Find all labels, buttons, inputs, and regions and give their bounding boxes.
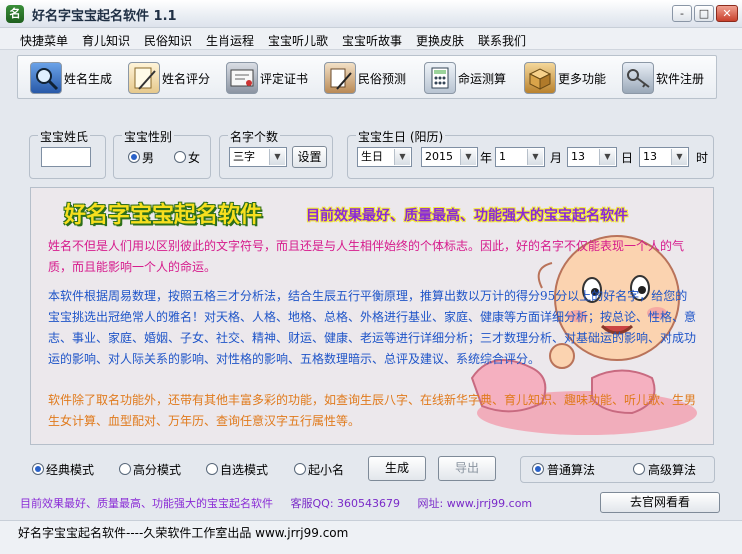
generate-button[interactable]: 生成 [368, 456, 426, 481]
algorithm-normal-radio[interactable] [532, 463, 544, 475]
minimize-button[interactable]: - [672, 5, 692, 22]
calculator-icon [424, 62, 456, 94]
gender-label: 宝宝性别 [122, 128, 175, 145]
day-select[interactable]: 13 ▼ [567, 147, 617, 167]
day-value: 13 [571, 150, 585, 163]
calendar-type-value: 生日 [361, 150, 383, 163]
close-button[interactable]: ✕ [716, 5, 738, 22]
magnifier-icon [30, 62, 62, 94]
intro-paragraph-1: 姓名不但是人们用以区别彼此的文字符号，而且还是与人生相伴始终的个体标志。因此，好… [48, 239, 685, 274]
mode-nickname-radio[interactable] [294, 463, 306, 475]
gender-male-radio[interactable] [128, 151, 140, 163]
app-logo: 名 [6, 5, 24, 23]
menu-songs[interactable]: 宝宝听儿歌 [268, 32, 328, 49]
menu-stories[interactable]: 宝宝听故事 [342, 32, 402, 49]
chevron-down-icon: ▼ [599, 149, 615, 165]
surname-input[interactable] [41, 147, 91, 167]
footer-qq: 客服QQ: 360543679 [290, 497, 401, 510]
menu-zodiac[interactable]: 生肖运程 [206, 32, 254, 49]
day-unit: 日 [621, 151, 634, 165]
hour-value: 13 [643, 150, 657, 163]
footer-website[interactable]: 网址: www.jrrj99.com [418, 497, 533, 510]
key-icon [622, 62, 654, 94]
month-unit: 月 [550, 151, 563, 165]
certificate-icon [226, 62, 258, 94]
chevron-down-icon: ▼ [527, 149, 543, 165]
tool-label: 软件注册 [656, 72, 705, 86]
mode-highscore-radio[interactable] [119, 463, 131, 475]
year-select[interactable]: 2015 ▼ [421, 147, 478, 167]
menu-folklore[interactable]: 民俗知识 [144, 32, 192, 49]
mode-classic-radio[interactable] [32, 463, 44, 475]
mode-highscore-label: 高分模式 [133, 463, 182, 477]
status-text: 好名字宝宝起名软件----久荣软件工作室出品 www.jrrj99.com [18, 526, 349, 540]
surname-label: 宝宝姓氏 [38, 128, 91, 145]
tool-label: 姓名评分 [162, 72, 211, 86]
gender-male-label: 男 [142, 151, 155, 165]
gender-female-radio[interactable] [174, 151, 186, 163]
tool-label: 评定证书 [260, 72, 309, 86]
maximize-button[interactable]: □ [694, 5, 714, 22]
chevron-down-icon: ▼ [671, 149, 687, 165]
intro-paragraph-2: 本软件根据周易数理，按照五格三才分析法，结合生辰五行平衡原理，推算出数以万计的得… [48, 289, 697, 366]
name-length-value: 三字 [233, 150, 255, 163]
menu-contact[interactable]: 联系我们 [478, 32, 526, 49]
hour-select[interactable]: 13 ▼ [639, 147, 689, 167]
menu-skin[interactable]: 更换皮肤 [416, 32, 464, 49]
chevron-down-icon: ▼ [394, 149, 410, 165]
mode-classic-label: 经典模式 [46, 463, 95, 477]
algorithm-advanced-label: 高级算法 [648, 463, 697, 477]
banner-title: 好名字宝宝起名软件 [64, 203, 263, 228]
calendar-type-select[interactable]: 生日 ▼ [357, 147, 412, 167]
intro-paragraph-3: 软件除了取名功能外，还带有其他丰富多彩的功能，如查询生辰八字、在线新华字典、育儿… [48, 393, 697, 428]
footer-slogan: 目前效果最好、质量最高、功能强大的宝宝起名软件 [20, 497, 273, 510]
tool-label: 更多功能 [558, 72, 607, 86]
visit-website-button[interactable]: 去官网看看 [600, 492, 720, 513]
window-title: 好名字宝宝起名软件 1.1 [32, 9, 177, 24]
year-value: 2015 [425, 150, 453, 163]
chevron-down-icon: ▼ [460, 149, 476, 165]
toolbar: 姓名生成 姓名评分 评定证书 民俗预测 命运测算 更多功能 软件注册 [17, 55, 717, 99]
footer-info: 目前效果最好、质量最高、功能强大的宝宝起名软件 客服QQ: 360543679 … [20, 495, 532, 511]
tool-label: 民俗预测 [358, 72, 407, 86]
menu-parenting[interactable]: 育儿知识 [82, 32, 130, 49]
chevron-down-icon: ▼ [269, 149, 285, 165]
folklore-icon [324, 62, 356, 94]
gender-female-label: 女 [188, 151, 201, 165]
algorithm-normal-label: 普通算法 [547, 463, 596, 477]
birthday-label: 宝宝生日 (阳历) [356, 128, 446, 145]
name-length-label: 名字个数 [228, 128, 281, 145]
hour-unit: 时 [696, 151, 709, 165]
month-select[interactable]: 1 ▼ [495, 147, 545, 167]
mode-custom-radio[interactable] [206, 463, 218, 475]
tool-label: 命运测算 [458, 72, 507, 86]
tool-label: 姓名生成 [64, 72, 113, 86]
set-button[interactable]: 设置 [292, 146, 327, 168]
year-unit: 年 [480, 151, 493, 165]
name-length-select[interactable]: 三字 ▼ [229, 147, 287, 167]
menu-bar: 快捷菜单 育儿知识 民俗知识 生肖运程 宝宝听儿歌 宝宝听故事 更换皮肤 联系我… [0, 28, 742, 50]
box-icon [524, 62, 556, 94]
menu-quick[interactable]: 快捷菜单 [20, 32, 68, 49]
algorithm-advanced-radio[interactable] [633, 463, 645, 475]
scroll-pen-icon [128, 62, 160, 94]
export-button[interactable]: 导出 [438, 456, 496, 481]
banner-slogan: 目前效果最好、质量最高、功能强大的宝宝起名软件 [306, 208, 628, 224]
mode-nickname-label: 起小名 [308, 463, 345, 477]
month-value: 1 [499, 150, 506, 163]
mode-custom-label: 自选模式 [220, 463, 269, 477]
